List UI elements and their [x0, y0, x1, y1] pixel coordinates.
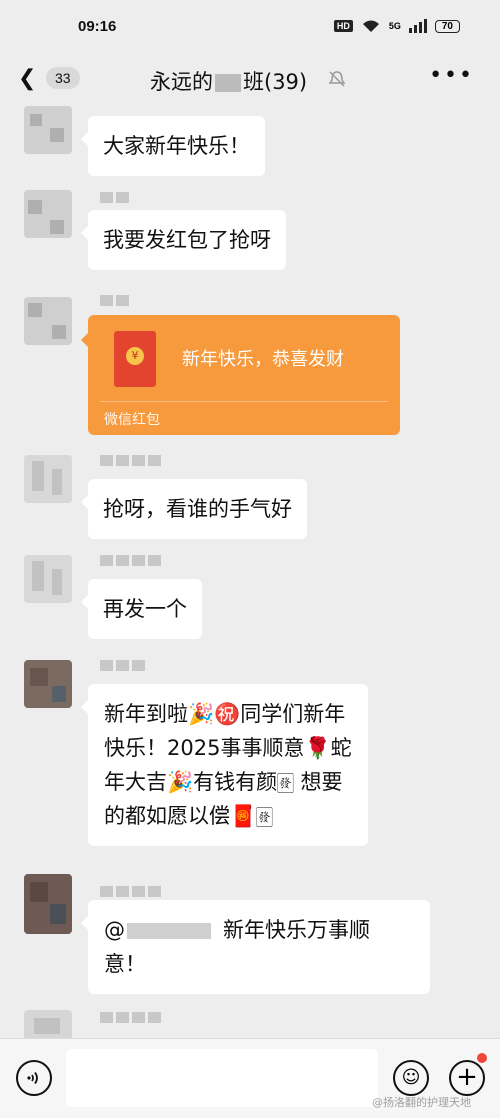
- more-options-icon[interactable]: •••: [429, 63, 474, 88]
- back-icon[interactable]: ❮: [18, 66, 36, 91]
- avatar[interactable]: [24, 1010, 72, 1038]
- message-line: 新年到啦🎉㊗️同学们新年: [104, 702, 346, 726]
- status-icons: HD 5G 70: [333, 18, 460, 34]
- message-bubble[interactable]: @ 新年快乐万事顺 意！: [81, 900, 430, 994]
- mention[interactable]: @: [104, 913, 125, 947]
- sender-name: [100, 295, 129, 306]
- title-suffix: 班(39): [243, 70, 308, 94]
- message-text: 再发一个: [103, 597, 187, 621]
- clock: 09:16: [78, 18, 117, 35]
- message-line: 意！: [104, 952, 146, 976]
- message-line: 的都如愿以偿🧧🀅: [104, 804, 273, 828]
- avatar[interactable]: [24, 190, 72, 238]
- wifi-icon: [362, 20, 379, 32]
- message-text: 我要发红包了抢呀: [103, 228, 271, 252]
- avatar[interactable]: [24, 297, 72, 345]
- chat-area[interactable]: 大家新年快乐！ 我要发红包了抢呀 新年快乐，恭喜发财 微信红包 抢呀，看谁的手气…: [0, 102, 500, 1038]
- watermark: @扬洛翻的护理天地: [372, 1096, 471, 1109]
- sender-name: [100, 455, 161, 466]
- sender-name: [100, 886, 161, 897]
- status-bar: 09:16 HD 5G 70: [0, 0, 500, 58]
- title-mosaic: [215, 74, 241, 92]
- notification-dot: [477, 1053, 487, 1063]
- message-line: @ 新年快乐万事顺: [104, 913, 414, 947]
- red-packet-card[interactable]: 新年快乐，恭喜发财 微信红包: [81, 315, 400, 435]
- message-line: 年大吉🎉有钱有颜🀅 想要: [104, 770, 343, 794]
- network-label: 5G: [388, 21, 401, 31]
- avatar[interactable]: [24, 106, 72, 154]
- title-prefix: 永远的: [150, 70, 213, 94]
- chat-header: ❮ 33 永远的 班(39) •••: [0, 58, 500, 102]
- message-bubble[interactable]: 新年到啦🎉㊗️同学们新年 快乐！2025事事顺意🌹蛇 年大吉🎉有钱有颜🀅 想要 …: [81, 684, 368, 846]
- voice-input-icon[interactable]: [16, 1060, 52, 1096]
- hd-icon: HD: [333, 20, 353, 32]
- battery-icon: 70: [434, 19, 460, 33]
- message-bubble[interactable]: 再发一个: [81, 579, 202, 639]
- divider: [100, 401, 388, 402]
- unread-badge[interactable]: 33: [46, 67, 80, 89]
- mention-mosaic: [127, 923, 211, 939]
- avatar[interactable]: [24, 555, 72, 603]
- sender-name: [100, 192, 129, 203]
- signal-icon: [408, 19, 427, 33]
- emoji-icon[interactable]: ☺: [393, 1060, 429, 1096]
- plus-icon[interactable]: +: [449, 1060, 485, 1096]
- message-text: 抢呀，看谁的手气好: [103, 497, 292, 521]
- avatar[interactable]: [24, 660, 72, 708]
- message-line: 快乐！2025事事顺意🌹蛇: [104, 736, 352, 760]
- red-packet-title: 新年快乐，恭喜发财: [182, 349, 344, 370]
- message-text: 新年快乐万事顺: [223, 918, 370, 942]
- message-text: 大家新年快乐！: [103, 134, 250, 158]
- message-bubble[interactable]: 我要发红包了抢呀: [81, 210, 286, 270]
- message-bubble[interactable]: 大家新年快乐！: [81, 116, 265, 176]
- red-packet-label: 微信红包: [104, 412, 160, 428]
- sender-name: [100, 660, 145, 671]
- sender-name: [100, 1012, 161, 1023]
- message-input[interactable]: [66, 1049, 378, 1107]
- message-bubble[interactable]: 抢呀，看谁的手气好: [81, 479, 307, 539]
- mute-bell-icon: [328, 71, 346, 87]
- chat-title: 永远的 班(39): [150, 66, 307, 96]
- avatar[interactable]: [24, 455, 72, 503]
- red-packet-icon: [114, 331, 156, 387]
- avatar[interactable]: [24, 874, 72, 934]
- sender-name: [100, 555, 161, 566]
